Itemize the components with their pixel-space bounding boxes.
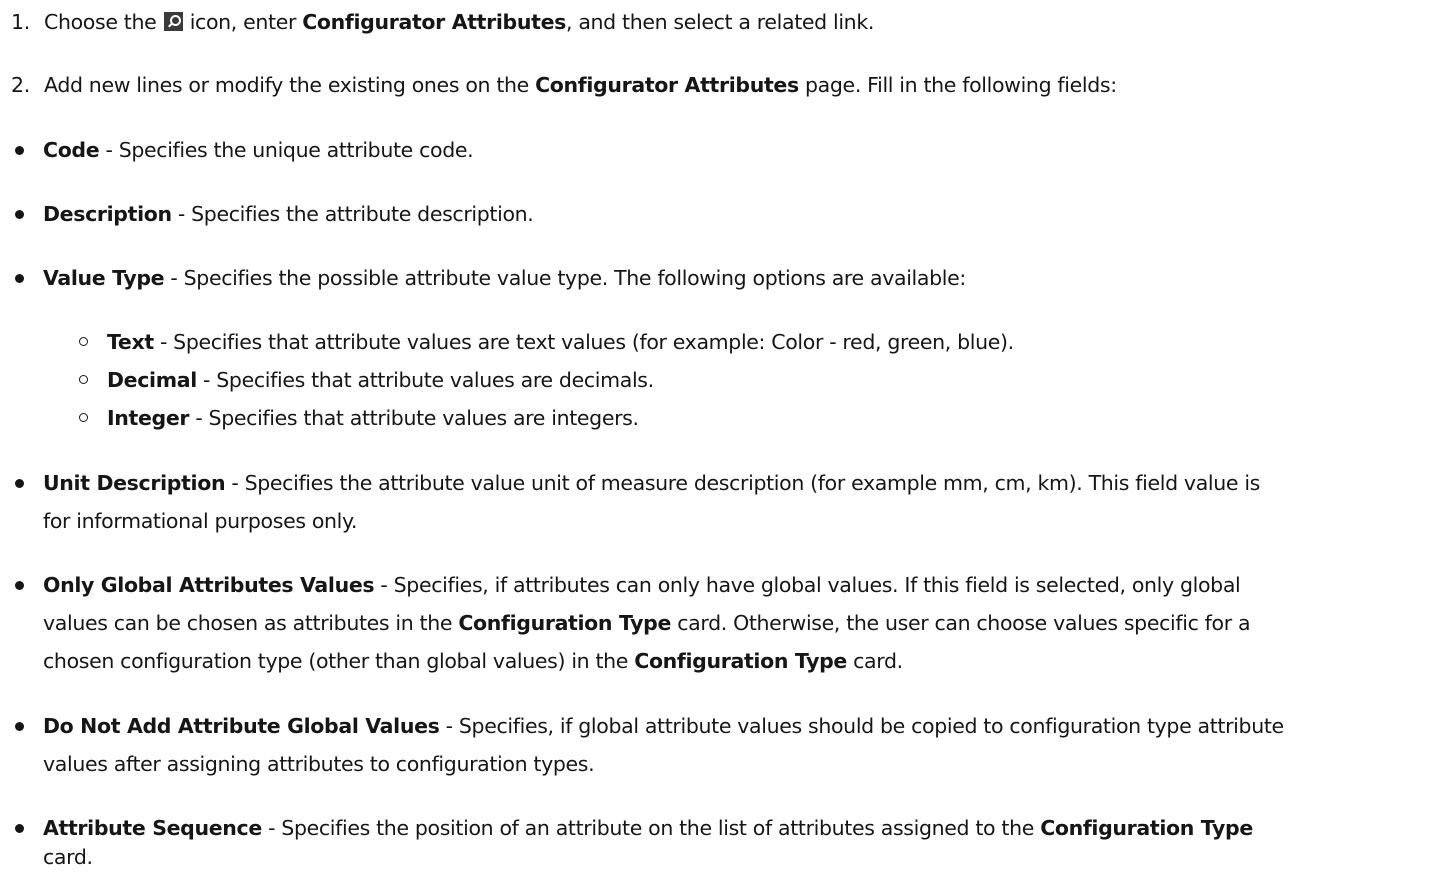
field-unit-description-cont: for informational purposes only.	[43, 509, 358, 533]
sub-bullet	[79, 413, 88, 422]
field-value-type: Value Type - Specifies the possible attr…	[43, 266, 966, 290]
document: 1. Choose the icon, enter Configurator A…	[0, 0, 1430, 877]
step-1: Choose the icon, enter Configurator Attr…	[44, 10, 875, 34]
field-code: Code - Specifies the unique attribute co…	[43, 138, 474, 162]
field-do-not-add-cont: values after assigning attributes to con…	[43, 752, 595, 776]
bullet	[15, 210, 24, 219]
bullet	[15, 581, 24, 590]
step-2: Add new lines or modify the existing one…	[44, 73, 1117, 97]
bullet	[15, 722, 24, 731]
field-only-global: Only Global Attributes Values - Specifie…	[43, 573, 1241, 597]
bullet	[15, 146, 24, 155]
bullet	[15, 824, 24, 833]
field-attribute-sequence: Attribute Sequence - Specifies the posit…	[43, 816, 1253, 840]
bullet	[15, 274, 24, 283]
option-decimal: Decimal - Specifies that attribute value…	[107, 368, 654, 392]
field-do-not-add: Do Not Add Attribute Global Values - Spe…	[43, 714, 1284, 738]
field-only-global-cont: values can be chosen as attributes in th…	[43, 611, 1251, 635]
bullet	[15, 479, 24, 488]
option-text: Text - Specifies that attribute values a…	[107, 330, 1014, 354]
field-description: Description - Specifies the attribute de…	[43, 202, 534, 226]
sub-bullet	[79, 375, 88, 384]
field-unit-description: Unit Description - Specifies the attribu…	[43, 471, 1261, 495]
step-number: 1.	[11, 10, 30, 34]
search-icon	[163, 12, 183, 31]
sub-bullet	[79, 337, 88, 346]
option-integer: Integer - Specifies that attribute value…	[107, 406, 639, 430]
field-only-global-cont: chosen configuration type (other than gl…	[43, 649, 903, 673]
step-number: 2.	[11, 73, 30, 97]
field-attribute-sequence-cont: card.	[43, 845, 93, 869]
